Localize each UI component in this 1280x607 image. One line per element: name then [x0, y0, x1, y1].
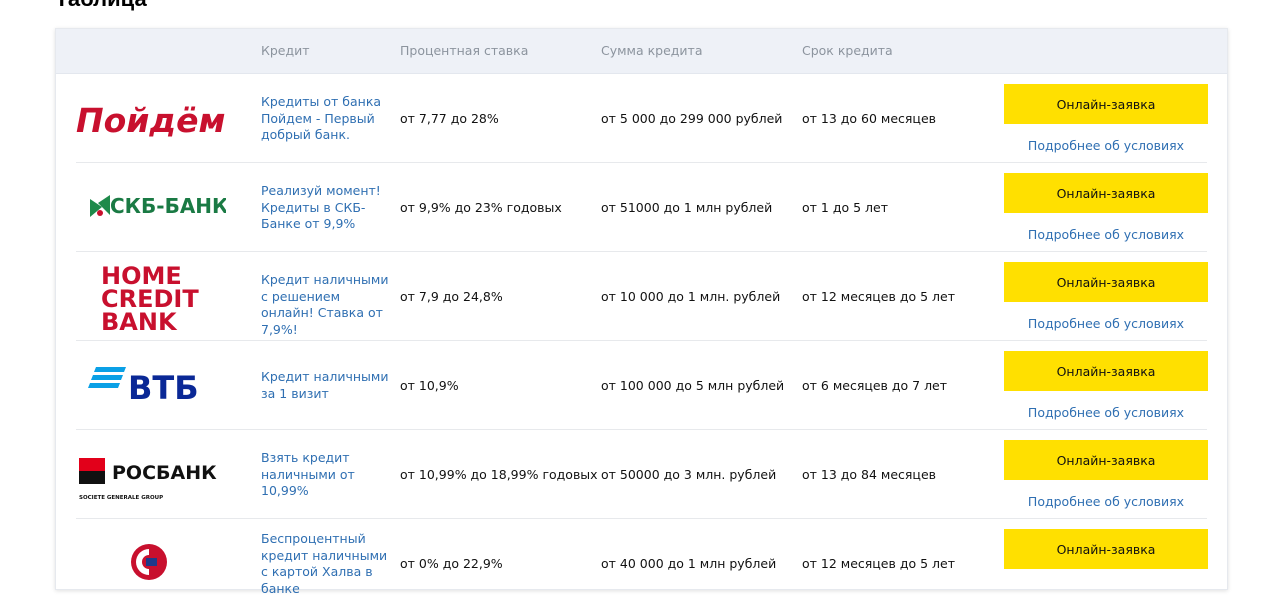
table-row: Беспроцентный кредит наличными с картой … — [76, 519, 1208, 607]
page-title: Таблица — [55, 0, 147, 12]
svg-text:ВТБ: ВТБ — [128, 369, 199, 407]
table-row: РОСБАНК SOCIETE GENERALE GROUP Взять кре… — [76, 430, 1208, 519]
pochta-poidem-logo: Пойдём! — [76, 101, 226, 140]
table-row: Пойдём! Кредиты от банка Пойдем - Первый… — [76, 74, 1208, 163]
amount-cell: от 10 000 до 1 млн. рублей — [601, 289, 781, 304]
apply-button[interactable]: Онлайн-заявка — [1004, 529, 1208, 569]
sovcombank-logo — [131, 544, 167, 580]
credit-link[interactable]: Кредит наличными за 1 визит — [261, 369, 391, 402]
table-row: HOME CREDIT BANK Кредит наличными с реше… — [76, 252, 1208, 341]
amount-cell: от 40 000 до 1 млн рублей — [601, 556, 777, 571]
credit-link[interactable]: Кредит наличными с решением онлайн! Став… — [261, 272, 391, 338]
rate-cell: от 0% до 22,9% — [400, 556, 503, 571]
svg-text:BANK: BANK — [101, 308, 178, 330]
term-cell: от 13 до 84 месяцев — [802, 467, 937, 482]
table-row: ВТБ Кредит наличными за 1 визит от 10,9%… — [76, 341, 1208, 430]
rate-cell: от 7,9 до 24,8% — [400, 289, 503, 304]
svg-text:РОСБАНК: РОСБАНК — [112, 462, 217, 484]
credit-link[interactable]: Реализуй момент! Кредиты в СКБ-Банке от … — [261, 183, 391, 233]
credit-table: Кредит Процентная ставка Сумма кредита С… — [55, 28, 1228, 596]
apply-button[interactable]: Онлайн-заявка — [1004, 351, 1208, 391]
header-amount: Сумма кредита — [601, 43, 703, 58]
apply-button[interactable]: Онлайн-заявка — [1004, 440, 1208, 480]
details-link[interactable]: Подробнее об условиях — [1004, 138, 1208, 153]
details-link[interactable]: Подробнее об условиях — [1004, 316, 1208, 331]
credit-link[interactable]: Беспроцентный кредит наличными с картой … — [261, 531, 391, 597]
credit-link[interactable]: Взять кредит наличными от 10,99% — [261, 450, 391, 500]
amount-cell: от 5 000 до 299 000 рублей — [601, 111, 783, 126]
rate-cell: от 9,9% до 23% годовых — [400, 200, 562, 215]
header-rate: Процентная ставка — [400, 43, 529, 58]
header-credit: Кредит — [261, 43, 310, 58]
term-cell: от 13 до 60 месяцев — [802, 111, 937, 126]
svg-text:СКБ-БАНК: СКБ-БАНК — [110, 194, 226, 218]
rate-cell: от 10,9% — [400, 378, 459, 393]
term-cell: от 12 месяцев до 5 лет — [802, 289, 955, 304]
table-header: Кредит Процентная ставка Сумма кредита С… — [56, 29, 1227, 74]
details-link[interactable]: Подробнее об условиях — [1004, 494, 1208, 509]
term-cell: от 1 до 5 лет — [802, 200, 888, 215]
vtb-logo: ВТБ — [88, 367, 199, 407]
svg-text:SOCIETE GENERALE GROUP: SOCIETE GENERALE GROUP — [79, 495, 163, 501]
rosbank-logo: РОСБАНК SOCIETE GENERALE GROUP — [79, 458, 217, 501]
skb-bank-logo: СКБ-БАНК — [90, 194, 226, 218]
apply-button[interactable]: Онлайн-заявка — [1004, 262, 1208, 302]
details-link[interactable]: Подробнее об условиях — [1004, 405, 1208, 420]
apply-button[interactable]: Онлайн-заявка — [1004, 84, 1208, 124]
table-row: СКБ-БАНК Реализуй момент! Кредиты в СКБ-… — [76, 163, 1208, 252]
term-cell: от 12 месяцев до 5 лет — [802, 556, 955, 571]
apply-button[interactable]: Онлайн-заявка — [1004, 173, 1208, 213]
details-link[interactable]: Подробнее об условиях — [1004, 227, 1208, 242]
term-cell: от 6 месяцев до 7 лет — [802, 378, 948, 393]
amount-cell: от 50000 до 3 млн. рублей — [601, 467, 777, 482]
credit-link[interactable]: Кредиты от банка Пойдем - Первый добрый … — [261, 94, 391, 144]
amount-cell: от 100 000 до 5 млн рублей — [601, 378, 785, 393]
rate-cell: от 7,77 до 28% — [400, 111, 499, 126]
home-credit-bank-logo: HOME CREDIT BANK — [101, 262, 199, 330]
svg-text:Пойдём!: Пойдём! — [76, 101, 226, 140]
amount-cell: от 51000 до 1 млн рублей — [601, 200, 773, 215]
header-term: Срок кредита — [802, 43, 893, 58]
rate-cell: от 10,99% до 18,99% годовых — [400, 467, 598, 482]
